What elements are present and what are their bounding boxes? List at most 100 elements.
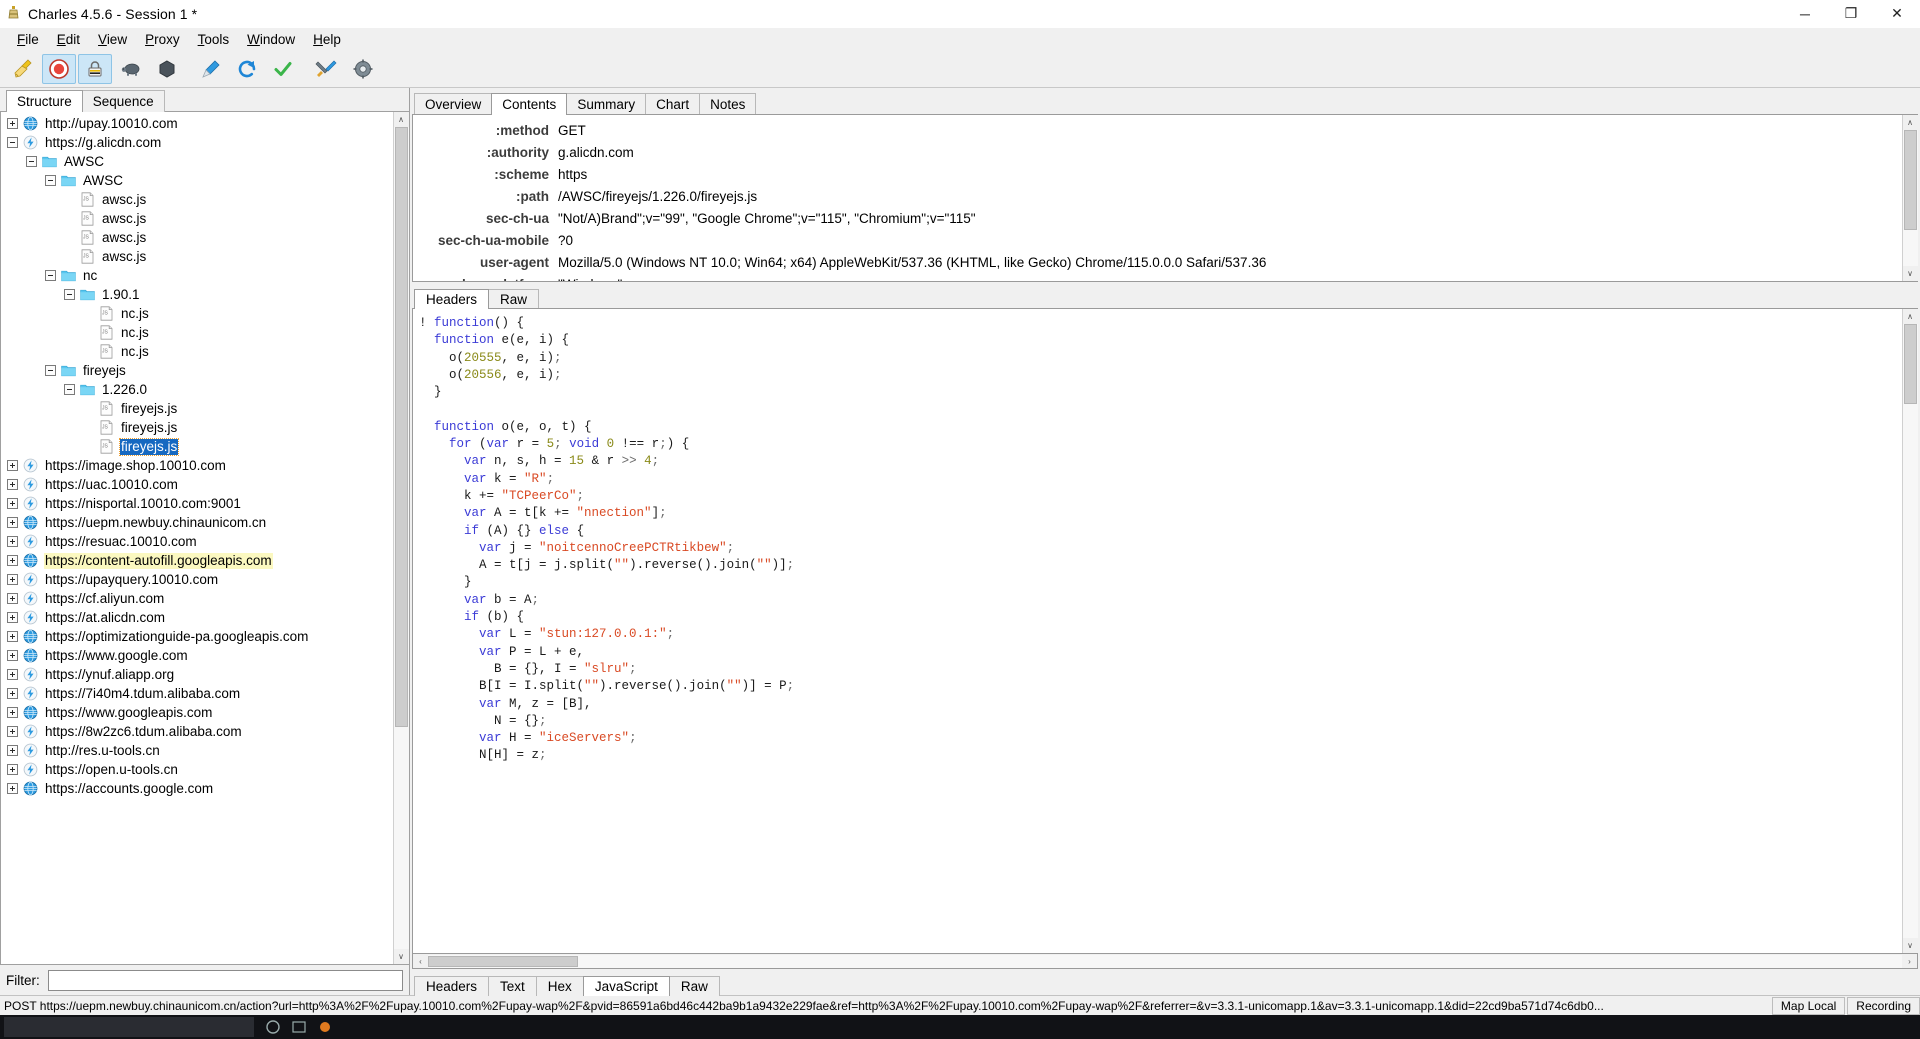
tree-row[interactable]: https://www.googleapis.com xyxy=(1,703,393,722)
tree-row[interactable]: https://ynuf.aliapp.org xyxy=(1,665,393,684)
expand-toggle-icon[interactable] xyxy=(7,555,18,566)
response-scroll-thumb[interactable] xyxy=(1903,324,1917,404)
tree-row[interactable]: nc xyxy=(1,266,393,285)
expand-toggle-icon[interactable] xyxy=(7,669,18,680)
tree-row[interactable]: 1.226.0 xyxy=(1,380,393,399)
expand-toggle-icon[interactable] xyxy=(7,631,18,642)
tree-row[interactable]: https://cf.aliyun.com xyxy=(1,589,393,608)
collapse-toggle-icon[interactable] xyxy=(45,175,56,186)
collapse-toggle-icon[interactable] xyxy=(26,156,37,167)
tree-row[interactable]: JS awsc.js xyxy=(1,209,393,228)
tree-row[interactable]: https://image.shop.10010.com xyxy=(1,456,393,475)
menu-window[interactable]: Window xyxy=(238,30,304,49)
tab-response-headers[interactable]: Headers xyxy=(414,976,490,996)
status-recording[interactable]: Recording xyxy=(1847,996,1920,1015)
repeat-button[interactable] xyxy=(230,54,264,84)
response-vertical-scrollbar[interactable]: ∧ ∨ xyxy=(1902,309,1918,953)
tree-row[interactable]: https://8w2zc6.tdum.alibaba.com xyxy=(1,722,393,741)
header-row[interactable]: sec-ch-ua-mobile ?0 xyxy=(413,229,1902,251)
expand-toggle-icon[interactable] xyxy=(7,650,18,661)
scroll-thumb[interactable] xyxy=(394,127,408,727)
tree-row[interactable]: AWSC xyxy=(1,152,393,171)
tree-row[interactable]: JS awsc.js xyxy=(1,190,393,209)
response-scroll-down-arrow[interactable]: ∨ xyxy=(1902,938,1918,953)
tab-contents[interactable]: Contents xyxy=(491,93,568,115)
tree-vertical-scrollbar[interactable]: ∧ ∨ xyxy=(393,112,409,964)
tree-row[interactable]: JS fireyejs.js xyxy=(1,437,393,456)
menu-help[interactable]: Help xyxy=(304,30,350,49)
expand-toggle-icon[interactable] xyxy=(7,764,18,775)
header-row[interactable]: sec-ch-ua-platform"Windows" xyxy=(413,273,1902,282)
tree-row[interactable]: JS fireyejs.js xyxy=(1,418,393,437)
taskbar-icon-3[interactable] xyxy=(312,1016,338,1038)
tree-row[interactable]: JS awsc.js xyxy=(1,228,393,247)
expand-toggle-icon[interactable] xyxy=(7,783,18,794)
tree-row[interactable]: https://g.alicdn.com xyxy=(1,133,393,152)
header-row[interactable]: :method GET xyxy=(413,119,1902,141)
tab-overview[interactable]: Overview xyxy=(414,93,493,115)
clear-session-button[interactable] xyxy=(6,54,40,84)
tree-row[interactable]: http://res.u-tools.cn xyxy=(1,741,393,760)
hscroll-thumb[interactable] xyxy=(428,955,578,967)
status-map-local[interactable]: Map Local xyxy=(1771,996,1846,1015)
filter-input[interactable] xyxy=(47,969,403,991)
menu-file[interactable]: File xyxy=(8,30,48,49)
close-button[interactable]: ✕ xyxy=(1874,0,1920,28)
expand-toggle-icon[interactable] xyxy=(7,479,18,490)
tab-chart[interactable]: Chart xyxy=(645,93,701,115)
tab-response-javascript[interactable]: JavaScript xyxy=(582,976,670,996)
expand-toggle-icon[interactable] xyxy=(7,118,18,129)
header-row[interactable]: :authority g.alicdn.com xyxy=(413,141,1902,163)
scroll-track[interactable] xyxy=(393,127,409,949)
minimize-button[interactable]: ─ xyxy=(1782,0,1828,28)
tab-response-hex[interactable]: Hex xyxy=(535,976,584,996)
taskbar-icon-1[interactable] xyxy=(260,1016,286,1038)
menu-tools[interactable]: Tools xyxy=(189,30,239,49)
tree-row[interactable]: JS nc.js xyxy=(1,304,393,323)
expand-toggle-icon[interactable] xyxy=(7,612,18,623)
expand-toggle-icon[interactable] xyxy=(7,574,18,585)
tree-row[interactable]: https://uac.10010.com xyxy=(1,475,393,494)
collapse-toggle-icon[interactable] xyxy=(64,289,75,300)
collapse-toggle-icon[interactable] xyxy=(45,365,56,376)
tree-row[interactable]: AWSC xyxy=(1,171,393,190)
scroll-up-arrow[interactable]: ∧ xyxy=(393,112,409,127)
header-row[interactable]: :path/AWSC/fireyejs/1.226.0/fireyejs.js xyxy=(413,185,1902,207)
tab-sequence[interactable]: Sequence xyxy=(81,90,165,112)
tree-row[interactable]: https://nisportal.10010.com:9001 xyxy=(1,494,393,513)
request-scroll-thumb[interactable] xyxy=(1903,130,1917,230)
response-javascript-view[interactable]: ! function() { function e(e, i) { o(2055… xyxy=(413,309,1902,953)
tab-notes[interactable]: Notes xyxy=(699,93,757,115)
tab-request-raw[interactable]: Raw xyxy=(488,289,540,309)
tree-row[interactable]: https://optimizationguide-pa.googleapis.… xyxy=(1,627,393,646)
collapse-toggle-icon[interactable] xyxy=(64,384,75,395)
request-vertical-scrollbar[interactable]: ∧ ∨ xyxy=(1902,115,1918,281)
expand-toggle-icon[interactable] xyxy=(7,498,18,509)
response-scroll-up-arrow[interactable]: ∧ xyxy=(1902,309,1918,324)
tree-row[interactable]: fireyejs xyxy=(1,361,393,380)
header-row[interactable]: user-agent Mozilla/5.0 (Windows NT 10.0; … xyxy=(413,251,1902,273)
tree-row[interactable]: https://accounts.google.com xyxy=(1,779,393,798)
scroll-down-arrow[interactable]: ∨ xyxy=(393,949,409,964)
expand-toggle-icon[interactable] xyxy=(7,460,18,471)
tree-row[interactable]: https://uepm.newbuy.chinaunicom.cn xyxy=(1,513,393,532)
request-scroll-down-arrow[interactable]: ∨ xyxy=(1902,266,1918,281)
header-row[interactable]: :scheme https xyxy=(413,163,1902,185)
expand-toggle-icon[interactable] xyxy=(7,593,18,604)
tab-response-text[interactable]: Text xyxy=(488,976,537,996)
tree-row[interactable]: 1.90.1 xyxy=(1,285,393,304)
tree-row[interactable]: https://open.u-tools.cn xyxy=(1,760,393,779)
compose-button[interactable] xyxy=(194,54,228,84)
request-scroll-track[interactable] xyxy=(1902,130,1918,266)
menu-proxy[interactable]: Proxy xyxy=(136,30,189,49)
tree-row[interactable]: JS nc.js xyxy=(1,342,393,361)
expand-toggle-icon[interactable] xyxy=(7,726,18,737)
tree-row[interactable]: https://upayquery.10010.com xyxy=(1,570,393,589)
collapse-toggle-icon[interactable] xyxy=(45,270,56,281)
expand-toggle-icon[interactable] xyxy=(7,745,18,756)
expand-toggle-icon[interactable] xyxy=(7,536,18,547)
ssl-proxying-button[interactable] xyxy=(78,53,112,84)
tab-response-raw[interactable]: Raw xyxy=(668,976,720,996)
tab-request-headers[interactable]: Headers xyxy=(414,289,490,309)
maximize-button[interactable]: ❐ xyxy=(1828,0,1874,28)
